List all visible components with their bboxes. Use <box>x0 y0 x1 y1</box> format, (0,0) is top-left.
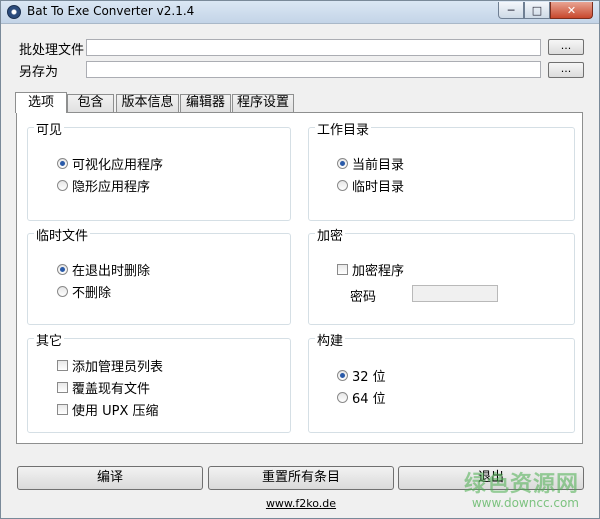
radio-label: 在退出时删除 <box>72 264 151 279</box>
password-input[interactable] <box>412 285 498 302</box>
group-build-title: 构建 <box>315 330 346 349</box>
radio-visible-app[interactable]: 可视化应用程序 <box>57 154 163 173</box>
radio-icon <box>57 180 68 191</box>
group-other: 其它 添加管理员列表 覆盖现有文件 使用 UPX 压缩 <box>27 330 291 433</box>
checkbox-label: 加密程序 <box>352 264 405 279</box>
window-controls: ─ □ ✕ <box>498 2 593 19</box>
checkbox-upx-compress[interactable]: 使用 UPX 压缩 <box>57 400 159 419</box>
group-build: 构建 32 位 64 位 <box>308 330 575 433</box>
reset-all-button[interactable]: 重置所有条目 <box>208 466 394 490</box>
save-as-label: 另存为 <box>19 65 59 80</box>
save-as-input[interactable] <box>86 61 541 78</box>
checkbox-label: 添加管理员列表 <box>72 360 164 375</box>
tab-version-info[interactable]: 版本信息 <box>116 94 179 112</box>
radio-icon <box>337 370 348 381</box>
close-button[interactable]: ✕ <box>550 2 593 19</box>
radio-label: 32 位 <box>352 370 386 385</box>
radio-label: 当前目录 <box>352 158 405 173</box>
tab-include[interactable]: 包含 <box>67 94 114 112</box>
checkbox-add-admin-manifest[interactable]: 添加管理员列表 <box>57 356 163 375</box>
f2ko-link[interactable]: www.f2ko.de <box>1 497 600 510</box>
radio-label: 不删除 <box>72 286 112 301</box>
exit-button[interactable]: 退出 <box>398 466 584 490</box>
app-icon <box>7 5 21 19</box>
radio-icon <box>337 180 348 191</box>
maximize-button[interactable]: □ <box>524 2 550 19</box>
tab-editor[interactable]: 编辑器 <box>180 94 231 112</box>
group-other-title: 其它 <box>34 330 65 349</box>
radio-no-delete[interactable]: 不删除 <box>57 282 111 301</box>
radio-invisible-app[interactable]: 隐形应用程序 <box>57 176 150 195</box>
group-workdir: 工作目录 当前目录 临时目录 <box>308 119 575 221</box>
options-panel: 可见 可视化应用程序 隐形应用程序 工作目录 当前目录 临时目录 临时文件 在退… <box>16 112 583 444</box>
title-bar[interactable]: Bat To Exe Converter v2.1.4 ─ □ ✕ <box>1 1 599 24</box>
batch-browse-button[interactable]: ... <box>548 39 584 55</box>
radio-label: 临时目录 <box>352 180 405 195</box>
window-title: Bat To Exe Converter v2.1.4 <box>27 4 195 18</box>
radio-icon <box>57 158 68 169</box>
radio-label: 可视化应用程序 <box>72 158 164 173</box>
radio-build-64bit[interactable]: 64 位 <box>337 388 386 407</box>
radio-icon <box>57 286 68 297</box>
checkbox-encrypt-program[interactable]: 加密程序 <box>337 260 404 279</box>
group-visible: 可见 可视化应用程序 隐形应用程序 <box>27 119 291 221</box>
checkbox-icon <box>57 404 68 415</box>
radio-build-32bit[interactable]: 32 位 <box>337 366 386 385</box>
minimize-button[interactable]: ─ <box>498 2 524 19</box>
group-visible-title: 可见 <box>34 119 65 138</box>
checkbox-icon <box>57 360 68 371</box>
save-as-browse-button[interactable]: ... <box>548 62 584 78</box>
radio-temp-dir[interactable]: 临时目录 <box>337 176 404 195</box>
checkbox-label: 覆盖现有文件 <box>72 382 151 397</box>
batch-file-label: 批处理文件 <box>19 43 85 58</box>
radio-current-dir[interactable]: 当前目录 <box>337 154 404 173</box>
radio-label: 64 位 <box>352 392 386 407</box>
compile-button[interactable]: 编译 <box>17 466 203 490</box>
radio-icon <box>337 158 348 169</box>
password-label: 密码 <box>350 290 377 305</box>
radio-label: 隐形应用程序 <box>72 180 151 195</box>
group-encrypt: 加密 加密程序 密码 <box>308 225 575 325</box>
group-tempfile: 临时文件 在退出时删除 不删除 <box>27 225 291 325</box>
batch-file-input[interactable] <box>86 39 541 56</box>
radio-icon <box>337 392 348 403</box>
group-tempfile-title: 临时文件 <box>34 225 91 244</box>
radio-delete-on-exit[interactable]: 在退出时删除 <box>57 260 150 279</box>
radio-icon <box>57 264 68 275</box>
tab-program-settings[interactable]: 程序设置 <box>232 94 294 112</box>
checkbox-label: 使用 UPX 压缩 <box>72 404 159 419</box>
checkbox-icon <box>57 382 68 393</box>
app-window: Bat To Exe Converter v2.1.4 ─ □ ✕ 批处理文件 … <box>0 0 600 519</box>
group-workdir-title: 工作目录 <box>315 119 372 138</box>
checkbox-overwrite-files[interactable]: 覆盖现有文件 <box>57 378 150 397</box>
group-encrypt-title: 加密 <box>315 225 346 244</box>
checkbox-icon <box>337 264 348 275</box>
tab-options[interactable]: 选项 <box>15 92 67 113</box>
